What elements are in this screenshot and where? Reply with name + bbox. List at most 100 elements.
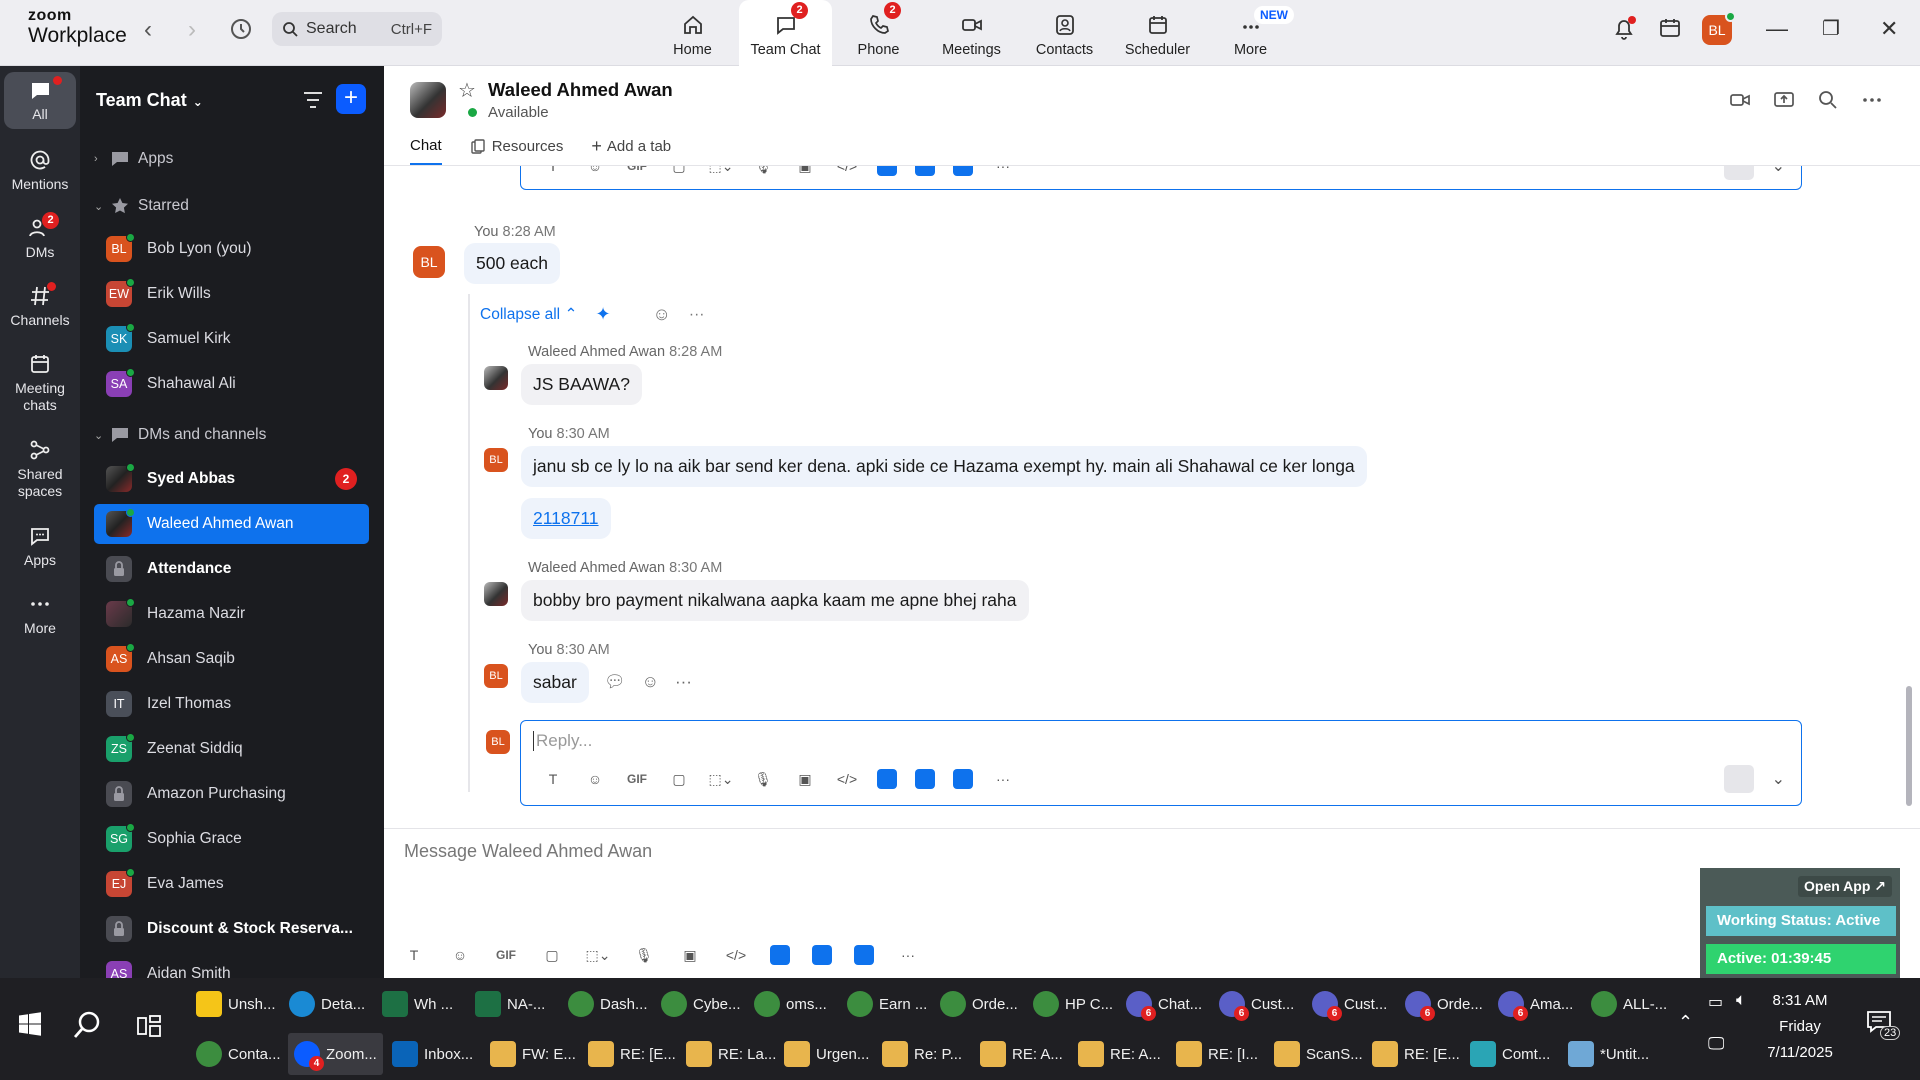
- format-text-icon[interactable]: T: [541, 166, 565, 178]
- volume-icon[interactable]: 🔈︎: [1736, 990, 1746, 1010]
- taskbar-app-button[interactable]: Urgen...: [778, 1033, 875, 1075]
- gif-icon[interactable]: GIF: [625, 767, 649, 791]
- tab-resources[interactable]: Resources: [470, 136, 563, 165]
- taskbar-app-button[interactable]: Re: P...: [876, 1033, 968, 1075]
- taskbar-app-button[interactable]: Comt...: [1464, 1033, 1556, 1075]
- taskbar-app-button[interactable]: 6 Cust...: [1213, 983, 1300, 1025]
- screenshot-icon[interactable]: ⬚⌄: [586, 943, 611, 967]
- task-view-icon[interactable]: [136, 1014, 162, 1043]
- taskbar-app-button[interactable]: 6 Orde...: [1399, 983, 1489, 1025]
- microphone-icon[interactable]: 🎙︎: [751, 166, 775, 178]
- message-bubble[interactable]: bobby bro payment nikalwana aapka kaam m…: [521, 580, 1029, 621]
- taskbar-app-button[interactable]: Conta...: [190, 1033, 287, 1075]
- taskbar-app-button[interactable]: Wh ...: [376, 983, 459, 1025]
- calendar-apps-icon[interactable]: [1658, 16, 1682, 45]
- taskbar-app-button[interactable]: FW: E...: [484, 1033, 582, 1075]
- ai-sparkle-icon[interactable]: ✦: [595, 304, 610, 325]
- collapse-all-button[interactable]: Collapse all ⌃: [480, 305, 577, 324]
- code-icon[interactable]: </>: [724, 943, 748, 967]
- tab-home[interactable]: Home: [646, 0, 739, 66]
- tab-team-chat[interactable]: 2 Team Chat: [739, 0, 832, 66]
- forward-arrow-icon[interactable]: ›: [188, 16, 196, 44]
- message-bubble[interactable]: JS BAAWA?: [521, 364, 642, 405]
- more-icon[interactable]: ···: [675, 672, 692, 692]
- microphone-icon[interactable]: 🎙︎: [751, 767, 775, 791]
- rail-item-mentions[interactable]: Mentions: [0, 148, 80, 193]
- app-icon[interactable]: [953, 769, 973, 789]
- restore-window-icon[interactable]: ❐: [1822, 16, 1840, 41]
- sidebar-item-zeenat-siddiq[interactable]: ZS Zeenat Siddiq: [94, 729, 369, 769]
- taskbar-app-button[interactable]: RE: A...: [1072, 1033, 1167, 1075]
- chevron-down-icon[interactable]: ⌄: [1772, 166, 1785, 176]
- rail-item-dms[interactable]: 2 DMs: [0, 212, 80, 261]
- taskbar-app-button[interactable]: Orde...: [934, 983, 1024, 1025]
- battery-icon[interactable]: ▭: [1708, 992, 1723, 1012]
- message-scrollbar[interactable]: [1906, 168, 1912, 828]
- message-composer[interactable]: Message Waleed Ahmed Awan T ☺ GIF ▢ ⬚⌄ 🎙…: [384, 828, 1920, 978]
- format-text-icon[interactable]: T: [402, 943, 426, 967]
- taskbar-app-button[interactable]: 4 Zoom...: [288, 1033, 383, 1075]
- more-icon[interactable]: ···: [991, 166, 1015, 178]
- message-link[interactable]: 2118711: [521, 498, 611, 539]
- open-app-button[interactable]: Open App ↗: [1798, 876, 1892, 897]
- rail-item-more[interactable]: More: [0, 592, 80, 637]
- video-message-icon[interactable]: ▣: [678, 943, 702, 967]
- taskbar-app-button[interactable]: RE: [I...: [1170, 1033, 1264, 1075]
- close-window-icon[interactable]: ✕: [1880, 16, 1898, 42]
- tab-meetings[interactable]: Meetings: [925, 0, 1018, 66]
- more-icon[interactable]: ···: [991, 767, 1015, 791]
- taskbar-app-button[interactable]: Earn ...: [841, 983, 933, 1025]
- taskbar-app-button[interactable]: 6 Cust...: [1306, 983, 1393, 1025]
- taskbar-app-button[interactable]: oms...: [748, 983, 833, 1025]
- taskbar-app-button[interactable]: 6 Ama...: [1492, 983, 1579, 1025]
- tab-chat[interactable]: Chat: [410, 136, 442, 165]
- tab-add-a-tab[interactable]: + Add a tab: [591, 136, 671, 165]
- scrollbar-thumb[interactable]: [1906, 686, 1912, 806]
- taskbar-app-button[interactable]: RE: La...: [680, 1033, 782, 1075]
- network-icon[interactable]: 🖵︎: [1708, 1034, 1724, 1054]
- share-screen-icon[interactable]: [1772, 88, 1796, 112]
- taskbar-app-button[interactable]: RE: [E...: [1366, 1033, 1466, 1075]
- taskbar-app-button[interactable]: HP C...: [1027, 983, 1119, 1025]
- sidebar-item-attendance[interactable]: Attendance: [94, 549, 369, 589]
- chevron-down-icon[interactable]: ⌄: [1772, 769, 1785, 789]
- gif-icon[interactable]: GIF: [494, 943, 518, 967]
- video-call-icon[interactable]: [1728, 88, 1752, 112]
- sidebar-item-discount-stock-reservation[interactable]: Discount & Stock Reserva...: [94, 909, 369, 949]
- sidebar-item-eva-james[interactable]: EJ Eva James: [94, 864, 369, 904]
- sidebar-item-samuel-kirk[interactable]: SK Samuel Kirk: [94, 319, 369, 359]
- reply-icon[interactable]: 💬︎: [604, 672, 626, 692]
- add-reaction-icon[interactable]: ☺: [653, 304, 671, 325]
- file-icon[interactable]: ▢: [667, 166, 691, 178]
- gif-icon[interactable]: GIF: [625, 166, 649, 178]
- sidebar-item-hazama-nazir[interactable]: Hazama Nazir: [94, 594, 369, 634]
- add-reaction-icon[interactable]: ☺: [642, 672, 659, 692]
- section-starred[interactable]: ⌄ Starred: [94, 196, 189, 216]
- profile-avatar[interactable]: BL: [1702, 11, 1736, 45]
- system-clock[interactable]: 8:31 AM Friday 7/11/2025: [1752, 988, 1848, 1066]
- video-message-icon[interactable]: ▣: [793, 166, 817, 178]
- taskbar-app-button[interactable]: Dash...: [562, 983, 654, 1025]
- notification-center-icon[interactable]: 23: [1866, 1010, 1901, 1040]
- taskbar-search-icon[interactable]: [72, 1010, 102, 1045]
- taskbar-app-button[interactable]: RE: [E...: [582, 1033, 682, 1075]
- taskbar-app-button[interactable]: NA-...: [469, 983, 551, 1025]
- tab-scheduler[interactable]: Scheduler: [1111, 0, 1204, 66]
- back-arrow-icon[interactable]: ‹: [144, 16, 152, 44]
- rail-item-shared-spaces[interactable]: Shared spaces: [0, 438, 80, 500]
- emoji-icon[interactable]: ☺: [583, 767, 607, 791]
- sidebar-title[interactable]: Team Chat ⌄: [96, 90, 203, 111]
- search-input[interactable]: Search Ctrl+F: [272, 12, 442, 46]
- rail-item-all[interactable]: All: [4, 72, 76, 129]
- taskbar-app-button[interactable]: Cybe...: [655, 983, 747, 1025]
- reply-input[interactable]: Reply...: [533, 731, 592, 751]
- send-button[interactable]: [1723, 765, 1754, 793]
- sidebar-item-amazon-purchasing[interactable]: Amazon Purchasing: [94, 774, 369, 814]
- more-icon[interactable]: ···: [689, 306, 705, 324]
- screenshot-icon[interactable]: ⬚⌄: [709, 166, 734, 178]
- sidebar-item-shahawal-ali[interactable]: SA Shahawal Ali: [94, 364, 369, 404]
- tab-phone[interactable]: 2 Phone: [832, 0, 925, 66]
- file-icon[interactable]: ▢: [667, 767, 691, 791]
- rail-item-channels[interactable]: Channels: [0, 282, 80, 329]
- windows-start-icon[interactable]: [18, 1012, 42, 1041]
